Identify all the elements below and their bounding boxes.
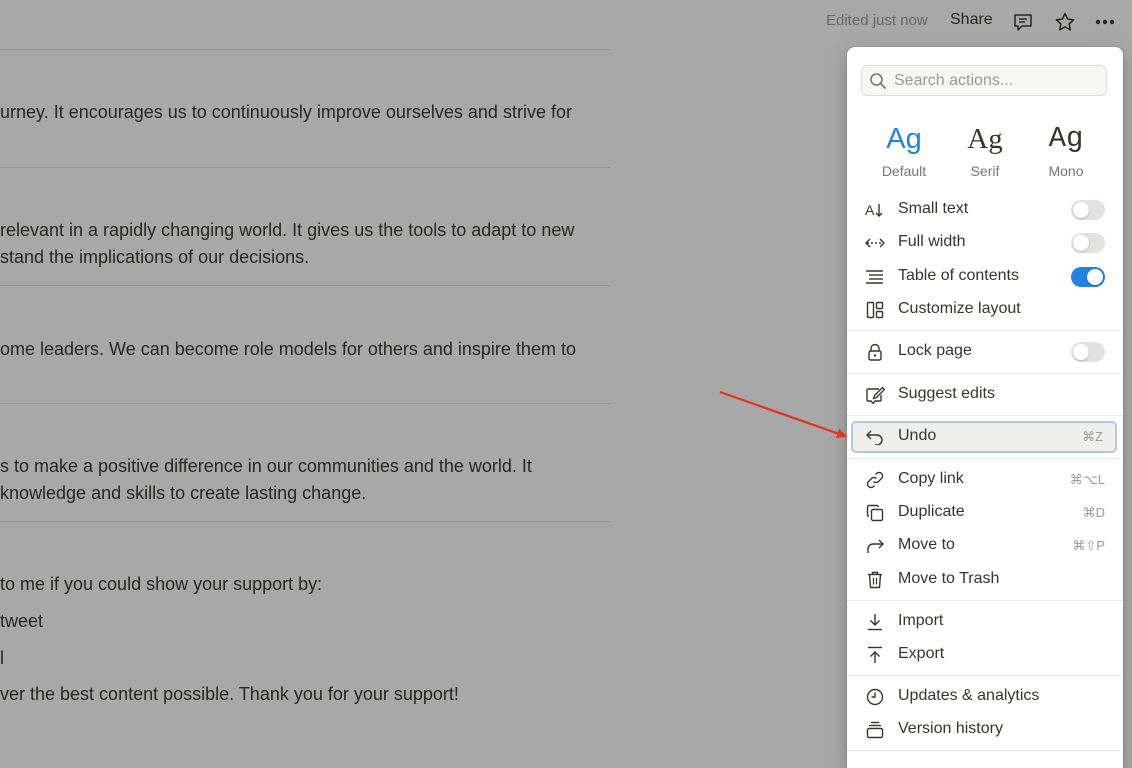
menu-item-full-width[interactable]: Full width <box>851 227 1119 259</box>
table-of-contents-toggle[interactable] <box>1071 267 1105 287</box>
menu-item-label: Table of contents <box>898 267 1019 284</box>
page-options-menu: Search actions... Ag Default Ag Serif Ag… <box>847 47 1123 768</box>
suggest-edit-icon <box>865 385 885 405</box>
menu-item-label: Move to Trash <box>898 570 1000 587</box>
menu-item-customize-layout[interactable]: Customize layout <box>851 294 1119 326</box>
small-text-toggle[interactable] <box>1071 200 1105 220</box>
duplicate-icon <box>865 503 885 523</box>
menu-item-duplicate[interactable]: Duplicate ⌘D <box>851 497 1119 529</box>
lock-icon <box>865 342 885 362</box>
partial-icon <box>865 762 885 768</box>
font-option-mono[interactable]: Ag Mono <box>1026 121 1106 179</box>
menu-item-label: Customize layout <box>898 300 1021 317</box>
clock-icon <box>865 687 885 707</box>
menu-item-label: Full width <box>898 233 966 250</box>
font-label: Mono <box>1048 163 1084 179</box>
font-sample: Ag <box>886 123 922 155</box>
menu-item-label: Suggest edits <box>898 385 995 402</box>
export-icon <box>865 645 885 665</box>
menu-item-label: Duplicate <box>898 503 965 520</box>
shortcut-hint: ⌘Z <box>1082 429 1103 444</box>
layout-icon <box>865 300 885 320</box>
svg-text:A: A <box>865 202 875 218</box>
undo-icon <box>865 427 885 447</box>
shortcut-hint: ⌘⇧P <box>1072 538 1105 553</box>
menu-item-import[interactable]: Import <box>851 606 1119 638</box>
menu-item-label: Import <box>898 612 944 629</box>
menu-item-table-of-contents[interactable]: Table of contents <box>851 261 1119 293</box>
full-width-toggle[interactable] <box>1071 233 1105 253</box>
menu-item-copy-link[interactable]: Copy link ⌘⌥L <box>851 464 1119 496</box>
move-arrow-icon <box>865 536 885 556</box>
menu-item-suggest-edits[interactable]: Suggest edits <box>851 379 1119 411</box>
font-sample: Ag <box>1048 122 1084 155</box>
menu-item-move-to-trash[interactable]: Move to Trash <box>851 564 1119 596</box>
menu-item-lock-page[interactable]: Lock page <box>851 336 1119 368</box>
menu-item-label: Export <box>898 645 945 662</box>
arrows-horizontal-icon <box>865 233 885 253</box>
font-label: Default <box>881 163 927 179</box>
menu-item-small-text[interactable]: A Small text <box>851 194 1119 226</box>
font-option-default[interactable]: Ag Default <box>864 121 944 179</box>
search-icon <box>869 72 887 95</box>
menu-item-undo[interactable]: Undo ⌘Z <box>851 421 1117 453</box>
menu-divider <box>847 675 1123 676</box>
version-stack-icon <box>865 720 885 740</box>
menu-divider <box>847 458 1123 459</box>
list-icon <box>865 267 885 287</box>
menu-divider <box>847 373 1123 374</box>
text-size-icon: A <box>865 200 885 220</box>
font-label: Serif <box>970 163 1000 179</box>
font-sample: Ag <box>967 123 1003 155</box>
search-actions-input[interactable]: Search actions... <box>861 65 1107 96</box>
menu-divider <box>847 600 1123 601</box>
menu-item-label: Move to <box>898 536 955 553</box>
menu-item-export[interactable]: Export <box>851 639 1119 671</box>
menu-divider <box>847 415 1123 416</box>
link-icon <box>865 470 885 490</box>
shortcut-hint: ⌘D <box>1082 505 1105 520</box>
font-option-serif[interactable]: Ag Serif <box>945 121 1025 179</box>
import-icon <box>865 612 885 632</box>
menu-divider <box>847 750 1123 751</box>
lock-page-toggle[interactable] <box>1071 342 1105 362</box>
menu-item-move-to[interactable]: Move to ⌘⇧P <box>851 530 1119 562</box>
menu-item-updates-analytics[interactable]: Updates & analytics <box>851 681 1119 713</box>
menu-item-label: Updates & analytics <box>898 687 1040 704</box>
search-placeholder: Search actions... <box>894 72 1014 89</box>
menu-item-label: Copy link <box>898 470 964 487</box>
menu-item-label: Undo <box>898 427 937 444</box>
menu-item-label: Small text <box>898 200 969 217</box>
menu-divider <box>847 330 1123 331</box>
menu-item-partial[interactable] <box>851 756 1119 768</box>
shortcut-hint: ⌘⌥L <box>1069 472 1105 487</box>
menu-item-version-history[interactable]: Version history <box>851 714 1119 746</box>
menu-item-label: Lock page <box>898 342 972 359</box>
trash-icon <box>865 570 885 590</box>
menu-item-label: Version history <box>898 720 1003 737</box>
